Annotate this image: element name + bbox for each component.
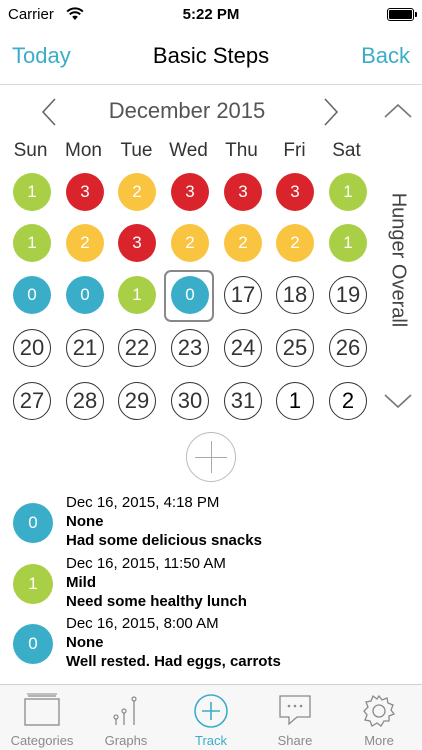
calendar-day[interactable]: 21 xyxy=(66,329,104,367)
calendar-day[interactable]: 3 xyxy=(224,173,262,211)
category-label[interactable]: Hunger Overall xyxy=(376,185,420,335)
categories-icon xyxy=(24,693,60,726)
calendar-day[interactable]: 3 xyxy=(276,173,314,211)
page-title: Basic Steps xyxy=(152,43,270,68)
calendar-day[interactable]: 25 xyxy=(276,329,314,367)
entry-note: Well rested. Had eggs, carrots xyxy=(66,653,281,670)
tab-label: Share xyxy=(277,733,313,748)
tab-label: Track xyxy=(194,733,228,748)
calendar-day[interactable]: 17 xyxy=(224,276,262,314)
chevron-up-icon[interactable] xyxy=(382,100,414,122)
calendar-day[interactable]: 26 xyxy=(329,329,367,367)
entry-time: Dec 16, 2015, 8:00 AM xyxy=(66,615,219,632)
battery-icon xyxy=(387,8,417,21)
calendar-day[interactable]: 2 xyxy=(66,224,104,262)
calendar-day[interactable]: 22 xyxy=(118,329,156,367)
entry-item[interactable]: 0 Dec 16, 2015, 4:18 PM None Had some de… xyxy=(0,494,422,554)
calendar-day[interactable]: 3 xyxy=(171,173,209,211)
previous-month-icon[interactable] xyxy=(38,96,60,128)
entry-time: Dec 16, 2015, 11:50 AM xyxy=(66,555,226,572)
calendar-day[interactable]: 29 xyxy=(118,382,156,420)
entry-level-badge: 0 xyxy=(13,503,53,543)
entry-level: None xyxy=(66,513,104,530)
weekday-wed: Wed xyxy=(169,140,208,161)
calendar-day[interactable]: 28 xyxy=(66,382,104,420)
entry-level-badge: 0 xyxy=(13,624,53,664)
entry-note: Had some delicious snacks xyxy=(66,532,262,549)
entry-note: Need some healthy lunch xyxy=(66,593,247,610)
weekday-tue: Tue xyxy=(120,140,153,161)
entry-level: Mild xyxy=(66,574,96,591)
clock: 5:22 PM xyxy=(182,6,240,23)
tab-categories[interactable]: Categories xyxy=(0,685,84,750)
entry-time: Dec 16, 2015, 4:18 PM xyxy=(66,494,220,511)
tab-label: Categories xyxy=(10,733,74,748)
calendar-day[interactable]: 23 xyxy=(171,329,209,367)
tab-label: More xyxy=(364,733,394,748)
track-icon xyxy=(194,694,228,728)
calendar-day[interactable]: 2 xyxy=(276,224,314,262)
calendar-day[interactable]: 3 xyxy=(118,224,156,262)
weekday-mon: Mon xyxy=(65,140,102,161)
weekday-sat: Sat xyxy=(332,140,361,161)
tab-label: Graphs xyxy=(104,733,148,748)
calendar-day[interactable]: 2 xyxy=(171,224,209,262)
calendar-day[interactable]: 19 xyxy=(329,276,367,314)
tab-graphs[interactable]: Graphs xyxy=(84,685,168,750)
tab-track[interactable]: Track xyxy=(169,685,253,750)
calendar-day[interactable]: 31 xyxy=(224,382,262,420)
next-month-icon[interactable] xyxy=(320,96,342,128)
calendar-day[interactable]: 27 xyxy=(13,382,51,420)
tab-share[interactable]: Share xyxy=(253,685,337,750)
calendar-day[interactable]: 1 xyxy=(13,173,51,211)
calendar-day[interactable]: 20 xyxy=(13,329,51,367)
weekday-thu: Thu xyxy=(225,140,258,161)
calendar-day[interactable]: 1 xyxy=(329,224,367,262)
calendar-day[interactable]: 1 xyxy=(118,276,156,314)
entry-level: None xyxy=(66,634,104,651)
calendar-day[interactable]: 3 xyxy=(66,173,104,211)
back-button[interactable]: Back xyxy=(361,43,410,69)
category-label-text: Hunger Overall xyxy=(387,192,410,328)
calendar-day[interactable]: 30 xyxy=(171,382,209,420)
entry-item[interactable]: 0 Dec 16, 2015, 8:00 AM None Well rested… xyxy=(0,615,422,675)
navigation-bar: Today Basic Steps Back xyxy=(0,30,422,85)
weekday-sun: Sun xyxy=(13,140,48,161)
chevron-down-icon[interactable] xyxy=(382,390,414,412)
calendar-day[interactable]: 2 xyxy=(118,173,156,211)
tab-bar: Categories Graphs Track Share More xyxy=(0,684,422,750)
tab-more[interactable]: More xyxy=(337,685,421,750)
calendar-day[interactable]: 2 xyxy=(329,382,367,420)
calendar-day[interactable]: 1 xyxy=(329,173,367,211)
weekday-fri: Fri xyxy=(283,140,306,161)
calendar-day[interactable]: 1 xyxy=(276,382,314,420)
selected-day-indicator xyxy=(164,270,214,322)
calendar-day[interactable]: 0 xyxy=(66,276,104,314)
graphs-icon xyxy=(113,696,137,725)
status-bar: Carrier 5:22 PM xyxy=(0,0,422,30)
calendar-day[interactable]: 1 xyxy=(13,224,51,262)
share-icon xyxy=(279,695,311,726)
entry-item[interactable]: 1 Dec 16, 2015, 11:50 AM Mild Need some … xyxy=(0,555,422,615)
entry-level-badge: 1 xyxy=(13,564,53,604)
month-title: December 2015 xyxy=(108,98,266,123)
calendar-day[interactable]: 0 xyxy=(13,276,51,314)
calendar-day[interactable]: 18 xyxy=(276,276,314,314)
gear-icon xyxy=(363,694,396,727)
calendar-day[interactable]: 24 xyxy=(224,329,262,367)
calendar-day[interactable]: 2 xyxy=(224,224,262,262)
add-entry-button[interactable] xyxy=(186,432,236,482)
